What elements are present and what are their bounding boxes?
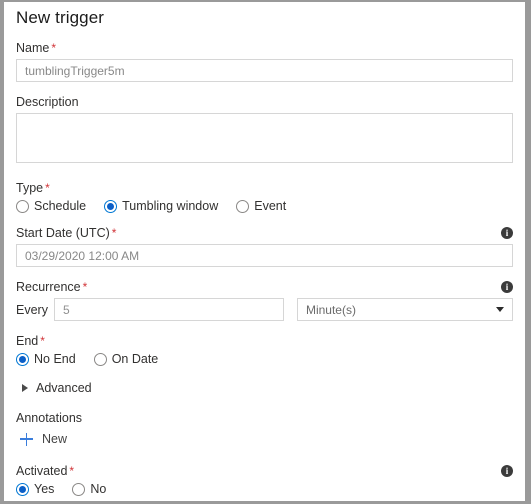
every-label: Every	[16, 302, 48, 317]
radio-icon	[104, 199, 118, 213]
activated-label: Activated * i	[16, 464, 513, 478]
recurrence-unit-select[interactable]: Minute(s)	[296, 298, 513, 321]
recurrence-required-asterisk: *	[82, 280, 88, 294]
type-required-asterisk: *	[45, 181, 50, 195]
activated-option-no[interactable]: No	[72, 482, 106, 496]
name-input[interactable]	[16, 59, 513, 82]
radio-icon	[72, 482, 86, 496]
start-date-label-text: Start Date (UTC)	[16, 226, 110, 240]
activated-option-no-label: No	[90, 482, 107, 496]
description-label-text: Description	[16, 95, 79, 109]
activated-label-text: Activated	[16, 464, 68, 478]
type-option-tumbling-window-label: Tumbling window	[122, 199, 219, 213]
type-radio-group: Schedule Tumbling window Event	[16, 199, 513, 213]
start-date-input[interactable]	[16, 244, 513, 267]
new-trigger-panel: New trigger Name* Description Type* Sche…	[0, 0, 531, 504]
recurrence-row: Every Minute(s)	[16, 298, 513, 321]
description-label: Description	[16, 95, 513, 109]
panel-content: New trigger Name* Description Type* Sche…	[4, 8, 525, 501]
end-label-text: End	[16, 334, 39, 348]
add-annotation-label: New	[42, 432, 68, 446]
recurrence-label: Recurrence * i	[16, 280, 513, 294]
radio-icon	[93, 352, 107, 366]
type-option-schedule[interactable]: Schedule	[16, 199, 86, 213]
start-date-required-asterisk: *	[111, 226, 117, 240]
info-icon[interactable]: i	[501, 465, 513, 477]
radio-icon	[16, 482, 29, 496]
annotations-label: Annotations	[16, 411, 83, 425]
end-label: End *	[16, 334, 513, 348]
end-option-no-end[interactable]: No End	[16, 352, 76, 366]
type-option-schedule-label: Schedule	[34, 199, 87, 213]
radio-icon	[236, 199, 250, 213]
advanced-toggle[interactable]: Advanced	[16, 381, 513, 395]
activated-option-yes[interactable]: Yes	[16, 482, 54, 496]
name-required-asterisk: *	[51, 41, 57, 55]
type-option-event[interactable]: Event	[236, 199, 286, 213]
add-annotation-button[interactable]: New	[20, 432, 513, 446]
info-icon[interactable]: i	[501, 281, 513, 293]
recurrence-unit-value: Minute(s)	[305, 302, 356, 317]
plus-icon	[20, 432, 33, 446]
activated-option-yes-label: Yes	[34, 482, 55, 496]
activated-required-asterisk: *	[69, 464, 75, 478]
end-required-asterisk: *	[40, 334, 45, 348]
activated-radio-group: Yes No	[16, 482, 513, 496]
name-label-text: Name	[16, 41, 50, 55]
end-option-on-date[interactable]: On Date	[93, 352, 159, 366]
type-label: Type *	[16, 181, 513, 195]
radio-icon	[16, 352, 29, 366]
description-textarea[interactable]	[16, 113, 513, 163]
chevron-down-icon	[496, 307, 504, 312]
info-icon[interactable]: i	[501, 227, 513, 239]
chevron-right-icon	[22, 384, 28, 392]
type-option-tumbling-window[interactable]: Tumbling window	[104, 199, 218, 213]
recurrence-interval-input[interactable]	[53, 298, 284, 321]
type-label-text: Type	[16, 181, 44, 195]
type-option-event-label: Event	[254, 199, 287, 213]
page-title: New trigger	[16, 8, 105, 27]
end-option-on-date-label: On Date	[111, 352, 159, 366]
end-radio-group: No End On Date	[16, 352, 513, 366]
end-option-no-end-label: No End	[34, 352, 76, 366]
start-date-label: Start Date (UTC) * i	[16, 226, 513, 240]
activated-section: Activated * i Yes No	[16, 464, 513, 496]
recurrence-label-text: Recurrence	[16, 280, 81, 294]
radio-icon	[16, 199, 29, 213]
name-label: Name *	[16, 41, 513, 55]
advanced-label: Advanced	[36, 381, 92, 395]
